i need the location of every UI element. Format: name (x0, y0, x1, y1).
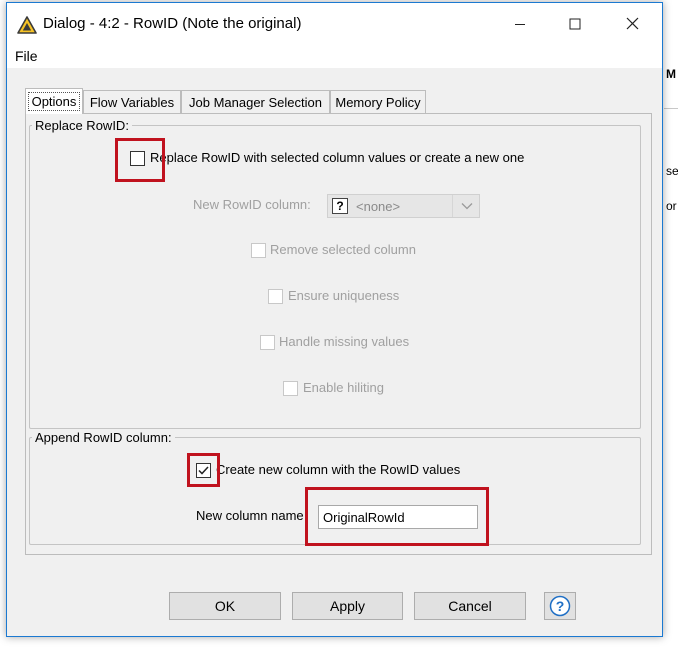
replace-rowid-group-title: Replace RowID: (32, 118, 132, 133)
enable-hiliting-label: Enable hiliting (303, 380, 384, 395)
new-column-name-label: New column name (196, 508, 304, 523)
unknown-type-icon: ? (332, 198, 348, 214)
remove-selected-column-checkbox[interactable] (251, 243, 266, 258)
apply-button[interactable]: Apply (292, 592, 403, 620)
ensure-uniqueness-label: Ensure uniqueness (288, 288, 400, 303)
minimize-icon (515, 23, 525, 25)
menu-file[interactable]: File (15, 48, 38, 64)
background-text-2: se (666, 164, 678, 178)
append-rowid-group-title: Append RowID column: (32, 430, 175, 445)
background-text-3: or (666, 199, 677, 213)
tab-memory-policy-label: Memory Policy (335, 94, 421, 110)
new-rowid-column-value: <none> (356, 199, 401, 214)
minimize-button[interactable] (497, 3, 543, 44)
help-button[interactable]: ? (544, 592, 576, 620)
highlight-new-column-name (305, 487, 489, 546)
handle-missing-values-checkbox[interactable] (260, 335, 275, 350)
tab-flow-variables[interactable]: Flow Variables (83, 90, 181, 113)
ok-button[interactable]: OK (169, 592, 281, 620)
tab-options[interactable]: Options (25, 88, 83, 114)
highlight-create-column-checkbox (187, 453, 220, 487)
help-icon: ? (549, 595, 571, 617)
menu-bar: File (7, 44, 662, 68)
title-bar[interactable]: Dialog - 4:2 - RowID (Note the original) (7, 3, 662, 44)
handle-missing-values-label: Handle missing values (279, 334, 410, 349)
background-divider (664, 108, 678, 109)
cancel-button[interactable]: Cancel (414, 592, 526, 620)
create-column-checkbox-label: Create new column with the RowID values (216, 462, 461, 477)
maximize-button[interactable] (552, 3, 598, 44)
knime-triangle-icon (17, 16, 37, 34)
new-rowid-column-label: New RowID column: (193, 197, 311, 212)
close-icon (626, 17, 638, 30)
tab-flow-variables-label: Flow Variables (89, 94, 175, 110)
tab-options-label: Options (27, 92, 81, 111)
chevron-down-icon (452, 195, 480, 217)
window-title: Dialog - 4:2 - RowID (Note the original) (43, 15, 302, 32)
background-text-1: M (666, 67, 676, 81)
new-rowid-column-select[interactable]: ? <none> (327, 194, 480, 218)
replace-rowid-checkbox-label: Replace RowID with selected column value… (150, 150, 525, 165)
tab-job-manager-selection-label: Job Manager Selection (189, 94, 322, 110)
maximize-icon (569, 18, 581, 29)
background-window (662, 0, 678, 649)
close-button[interactable] (609, 3, 655, 44)
remove-selected-column-label: Remove selected column (270, 242, 416, 257)
tab-job-manager-selection[interactable]: Job Manager Selection (181, 90, 330, 113)
enable-hiliting-checkbox[interactable] (283, 381, 298, 396)
svg-text:?: ? (556, 598, 565, 614)
ensure-uniqueness-checkbox[interactable] (268, 289, 283, 304)
rowid-dialog: Dialog - 4:2 - RowID (Note the original)… (6, 2, 663, 637)
tab-memory-policy[interactable]: Memory Policy (330, 90, 426, 113)
highlight-replace-checkbox (115, 138, 165, 182)
